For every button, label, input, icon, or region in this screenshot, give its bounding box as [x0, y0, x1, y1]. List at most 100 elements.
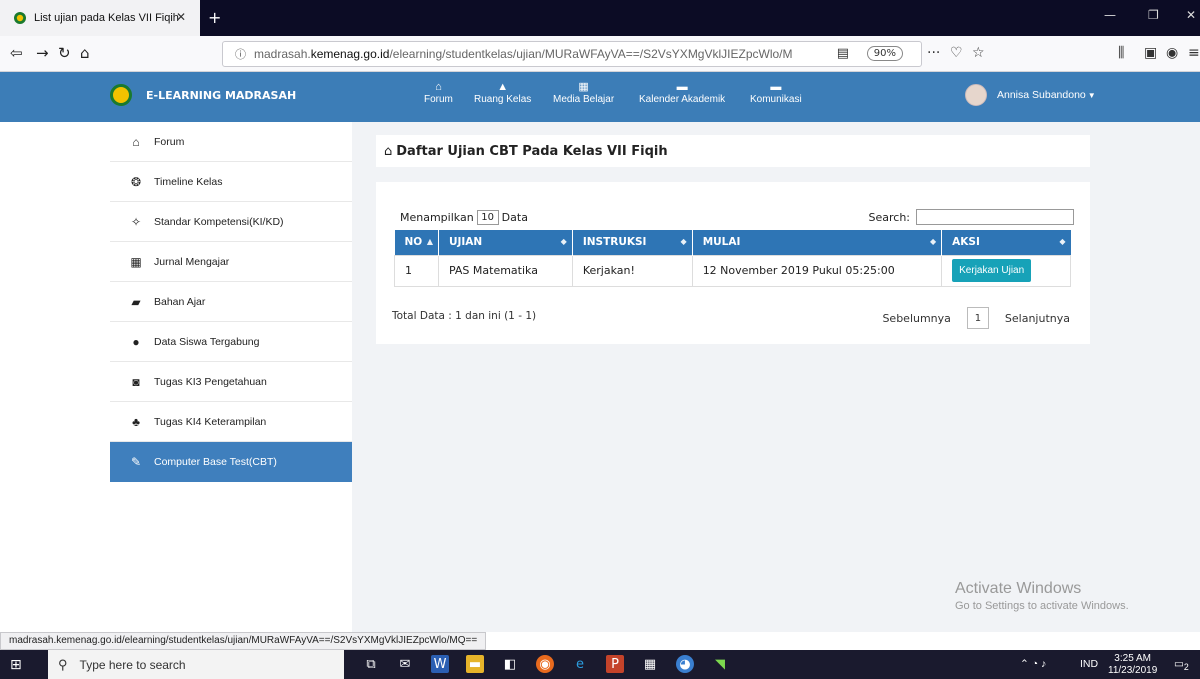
sidebar-item-bahan-ajar[interactable]: ▰ Bahan Ajar: [110, 282, 352, 322]
status-url: madrasah.kemenag.go.id/elearning/student…: [0, 632, 487, 650]
store-icon[interactable]: ◧: [501, 655, 519, 673]
column-header-no[interactable]: NO ▲: [394, 230, 439, 255]
bookmark-star-icon[interactable]: ☆: [972, 45, 985, 61]
minimize-icon[interactable]: —: [1104, 8, 1116, 22]
cell-no: 1: [394, 254, 439, 287]
sidebar-item-forum[interactable]: ⌂ Forum: [110, 122, 352, 162]
search-input[interactable]: [916, 209, 1074, 225]
page-number-button[interactable]: 1: [966, 307, 989, 329]
sidebar-item-cbt[interactable]: ✎ Computer Base Test(CBT): [110, 442, 352, 482]
sort-icon: ◆: [929, 237, 937, 246]
compass-icon: ✧: [130, 214, 142, 229]
tray-icons[interactable]: ⌃ ◔ ♪: [1020, 658, 1046, 670]
cell-ujian: PAS Matematika: [437, 254, 573, 287]
task-view-icon[interactable]: ⧉: [362, 655, 380, 673]
user-name: Annisa Subandono: [997, 89, 1086, 101]
word-icon[interactable]: W: [431, 655, 449, 673]
media-icon: ▦: [578, 81, 589, 93]
sidebar-item-timeline[interactable]: ❂ Timeline Kelas: [110, 162, 352, 202]
account-icon[interactable]: ◉: [1166, 45, 1178, 61]
nav-forum[interactable]: ⌂ Forum: [424, 80, 453, 105]
brand-title: E-LEARNING MADRASAH: [146, 88, 297, 102]
movie-maker-icon[interactable]: ▦: [641, 655, 659, 673]
column-header-aksi[interactable]: AKSI ◆: [941, 230, 1071, 255]
taskbar: ⊞ ⚲ Type here to search ⧉ ✉ W ▬ ◧ ◉ e P …: [0, 650, 1200, 679]
home-title-icon: ⌂: [384, 143, 393, 159]
calendar-icon: ▦: [130, 254, 142, 269]
app-header: E-LEARNING MADRASAH ⌂ Forum ▲ Ruang Kelas …: [0, 72, 1200, 122]
tab-title: List ujian pada Kelas VII Fiqih: [34, 12, 179, 24]
green-app-icon[interactable]: ◥: [711, 655, 729, 673]
nav-media-belajar[interactable]: ▦ Media Belajar: [553, 80, 614, 105]
user-menu[interactable]: Annisa Subandono ▼: [965, 84, 1096, 106]
clipboard-icon: ◙: [132, 374, 140, 389]
sidebar-item-data-siswa[interactable]: ● Data Siswa Tergabung: [110, 322, 352, 362]
pagination: Sebelumnya 1 Selanjutnya: [882, 307, 1070, 329]
kerjakan-ujian-button[interactable]: Kerjakan Ujian: [952, 259, 1032, 282]
browser-tab-bar: List ujian pada Kelas VII Fiqih ✕ + — ❐ …: [0, 0, 1200, 36]
reader-view-icon[interactable]: ▤: [837, 46, 849, 61]
madrasah-logo-icon: [110, 84, 132, 106]
back-icon[interactable]: ⇦: [10, 44, 23, 62]
exam-table: NO ▲ UJIAN ◆ INSTRUKSI ◆ MULAI ◆ AKSI ◆ 1 PAS…: [394, 230, 1071, 287]
sidebar-toggle-icon[interactable]: ▣: [1144, 45, 1157, 61]
timeline-icon: ❂: [130, 174, 142, 189]
forum-icon: ⌂: [435, 81, 442, 93]
restore-icon[interactable]: ❐: [1148, 8, 1159, 22]
column-header-instruksi[interactable]: INSTRUKSI ◆: [572, 230, 693, 255]
page-actions-icon[interactable]: ···: [927, 45, 940, 61]
column-header-mulai[interactable]: MULAI ◆: [692, 230, 943, 255]
page-title-panel: ⌂ Daftar Ujian CBT Pada Kelas VII Fiqih: [376, 135, 1090, 167]
prev-page-button[interactable]: Sebelumnya: [882, 312, 950, 325]
brand[interactable]: E-LEARNING MADRASAH: [110, 84, 296, 106]
sidebar-item-jurnal[interactable]: ▦ Jurnal Mengajar: [110, 242, 352, 282]
cell-aksi: Kerjakan Ujian: [941, 254, 1071, 287]
url-bar[interactable]: ⓘ madrasah.kemenag.go.id/elearning/stude…: [222, 41, 922, 67]
windows-start-icon[interactable]: ⊞: [10, 657, 22, 673]
zoom-level-badge[interactable]: 90%: [866, 46, 903, 61]
page-length-select[interactable]: 10: [476, 210, 499, 225]
taskbar-search[interactable]: ⚲ Type here to search: [48, 650, 344, 679]
sidebar-item-standar-kompetensi[interactable]: ✧ Standar Kompetensi(KI/KD): [110, 202, 352, 242]
clock[interactable]: 3:25 AM 11/23/2019: [1108, 653, 1157, 677]
table-row: 1 PAS Matematika Kerjakan! 12 November 2…: [394, 254, 1071, 287]
users-icon: ●: [132, 334, 140, 349]
cell-mulai: 12 November 2019 Pukul 05:25:00: [691, 254, 943, 287]
forward-icon[interactable]: →: [36, 44, 49, 62]
nav-kalender-akademik[interactable]: ▬ Kalender Akademik: [639, 80, 725, 105]
app-icon[interactable]: ◕: [676, 655, 694, 673]
home-icon[interactable]: ⌂: [80, 44, 90, 62]
language-indicator[interactable]: IND: [1080, 658, 1098, 670]
nav-ruang-kelas[interactable]: ▲ Ruang Kelas: [474, 80, 531, 105]
tab-close-icon[interactable]: ✕: [176, 10, 186, 24]
menu-icon[interactable]: ≡: [1188, 45, 1200, 61]
firefox-icon[interactable]: ◉: [536, 655, 554, 673]
pocket-icon[interactable]: ♡: [950, 45, 963, 61]
sidebar-item-tugas-ki4[interactable]: ♣ Tugas KI4 Keterampilan: [110, 402, 352, 442]
sidebar-item-tugas-ki3[interactable]: ◙ Tugas KI3 Pengetahuan: [110, 362, 352, 402]
powerpoint-icon[interactable]: P: [606, 655, 624, 673]
close-window-icon[interactable]: ✕: [1186, 8, 1196, 22]
file-explorer-icon[interactable]: ▬: [466, 655, 484, 673]
nav-komunikasi[interactable]: ▬ Komunikasi: [750, 80, 802, 105]
notification-icon[interactable]: ▭2: [1174, 658, 1189, 672]
search-label: Search:: [868, 210, 911, 224]
table-search: Search:: [868, 209, 1074, 225]
calendar-nav-icon: ▬: [676, 81, 688, 93]
page-length: Menampilkan 10 Data: [400, 210, 528, 225]
next-page-button[interactable]: Selanjutnya: [1005, 312, 1070, 325]
reload-icon[interactable]: ↻: [58, 44, 71, 62]
kemenag-favicon-icon: [12, 10, 28, 26]
communication-icon: ▬: [770, 81, 782, 93]
library-icon[interactable]: ⫼: [1118, 45, 1124, 61]
edit-icon: ✎: [130, 455, 142, 469]
site-info-icon[interactable]: ⓘ: [235, 46, 246, 62]
mail-icon[interactable]: ✉: [396, 655, 414, 673]
browser-tab[interactable]: List ujian pada Kelas VII Fiqih ✕: [0, 0, 200, 36]
url-text[interactable]: madrasah.kemenag.go.id/elearning/student…: [254, 47, 824, 61]
edge-icon[interactable]: e: [571, 655, 589, 673]
new-tab-button[interactable]: +: [208, 8, 221, 27]
column-header-ujian[interactable]: UJIAN ◆: [438, 230, 573, 255]
sort-icon: ◆: [1059, 237, 1066, 246]
sidebar: ⌂ Forum ❂ Timeline Kelas ✧ Standar Kompeten…: [110, 122, 352, 482]
